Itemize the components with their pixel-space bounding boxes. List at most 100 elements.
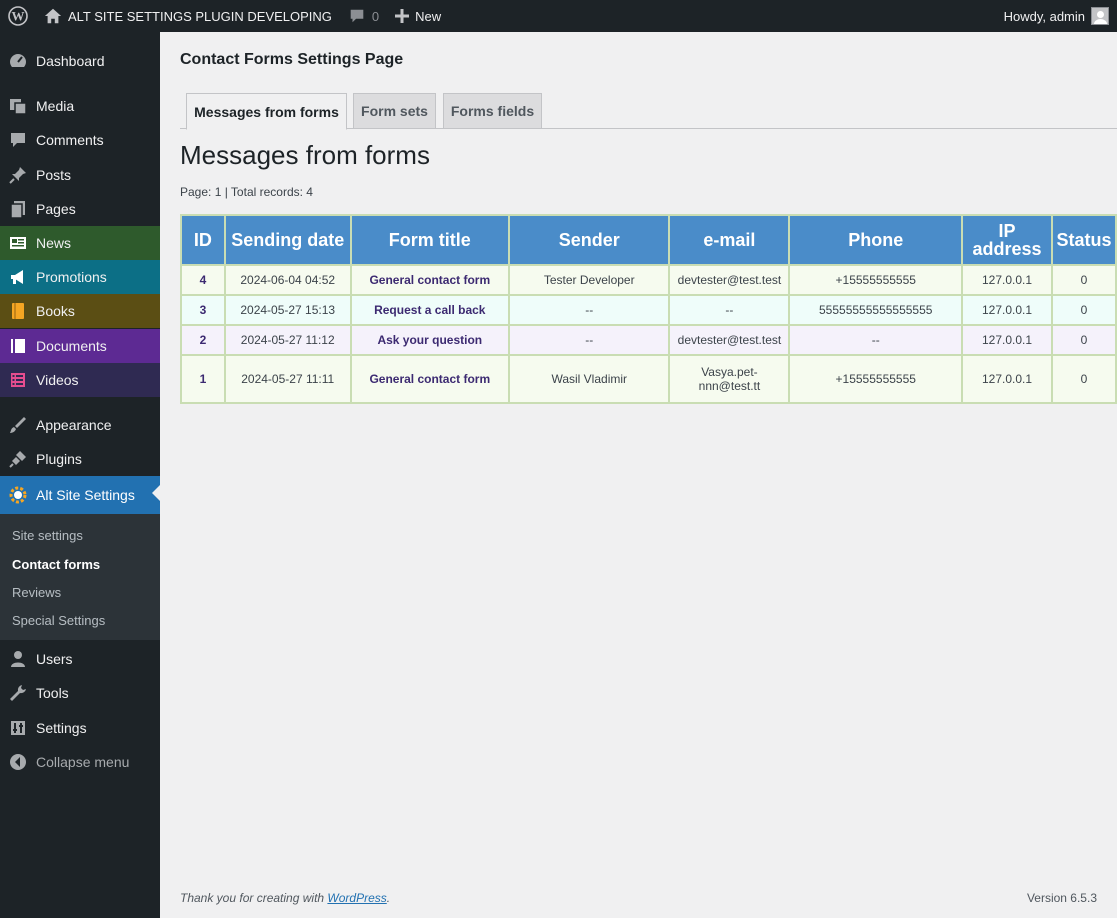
column-header-sending-date: Sending date — [223, 214, 352, 266]
tab-bar: Messages from forms Form sets Forms fiel… — [180, 93, 1117, 130]
comments-link[interactable]: 0 — [340, 0, 387, 32]
sidebar-item-label: Collapse menu — [36, 754, 130, 770]
svg-text:W: W — [12, 9, 25, 24]
sidebar-item-documents[interactable]: Documents — [0, 329, 160, 363]
sidebar-item-videos[interactable]: Videos — [0, 363, 160, 397]
sidebar-item-label: Dashboard — [36, 53, 105, 69]
sidebar-item-label: Appearance — [36, 417, 112, 433]
collapse-icon — [0, 752, 36, 772]
table-row[interactable]: 3 2024-05-27 15:13 Request a call back -… — [180, 294, 1117, 326]
home-icon — [44, 8, 62, 24]
sidebar-item-label: Posts — [36, 167, 72, 183]
cell-id: 4 — [180, 264, 226, 296]
sidebar-item-promotions[interactable]: Promotions — [0, 260, 160, 294]
footer-version: Version 6.5.3 — [1026, 891, 1097, 905]
sidebar-item-label: Promotions — [36, 269, 107, 285]
admin-bar: W ALT SITE SETTINGS PLUGIN DEVELOPING 0 … — [0, 0, 1117, 32]
cell-email: -- — [668, 294, 791, 326]
settings-icon — [0, 718, 36, 738]
sidebar-item-appearance[interactable]: Appearance — [0, 408, 160, 442]
cell-email: devtester@test.test — [668, 324, 791, 356]
sidebar-item-media[interactable]: Media — [0, 89, 160, 123]
comments-icon — [0, 130, 36, 150]
new-content-button[interactable]: New — [387, 0, 449, 32]
video-icon — [0, 370, 36, 390]
sidebar-item-label: Documents — [36, 338, 107, 354]
sidebar-item-plugins[interactable]: Plugins — [0, 442, 160, 476]
footer-thanks-suffix: . — [386, 891, 391, 905]
alt-site-settings-submenu: Site settings Contact forms Reviews Spec… — [0, 514, 160, 640]
account-menu[interactable]: Howdy, admin — [996, 0, 1117, 32]
sidebar-item-users[interactable]: Users — [0, 642, 160, 676]
submenu-item-contact-forms[interactable]: Contact forms — [12, 557, 100, 572]
megaphone-icon — [0, 267, 36, 287]
wordpress-logo-icon[interactable]: W — [0, 0, 36, 32]
table-row[interactable]: 1 2024-05-27 11:11 General contact form … — [180, 354, 1117, 404]
sidebar-item-label: Users — [36, 651, 73, 667]
main-content: Contact Forms Settings Page Messages fro… — [160, 32, 1117, 918]
tab-forms-fields[interactable]: Forms fields — [443, 93, 542, 129]
column-header-sender: Sender — [507, 214, 671, 266]
submenu-item-reviews[interactable]: Reviews — [12, 585, 61, 600]
comments-count: 0 — [371, 8, 380, 24]
sidebar-item-label: Books — [36, 303, 75, 319]
sidebar-item-label: Videos — [36, 372, 79, 388]
cell-phone: +15555555555 — [788, 354, 964, 404]
cell-status: 0 — [1050, 354, 1117, 404]
sidebar-item-alt-site-settings[interactable]: Alt Site Settings — [0, 476, 160, 514]
messages-table: ID Sending date Form title Sender e-mail… — [180, 214, 1117, 404]
media-icon — [0, 96, 36, 116]
submenu-item-site-settings[interactable]: Site settings — [12, 528, 83, 543]
table-row[interactable]: 4 2024-06-04 04:52 General contact form … — [180, 264, 1117, 296]
sidebar-item-posts[interactable]: Posts — [0, 158, 160, 192]
sidebar-item-settings[interactable]: Settings — [0, 711, 160, 745]
sidebar-item-label: Pages — [36, 201, 76, 217]
cell-form-title: Ask your question — [349, 324, 511, 356]
column-header-phone: Phone — [788, 214, 964, 266]
sidebar-item-pages[interactable]: Pages — [0, 192, 160, 226]
table-row[interactable]: 2 2024-05-27 11:12 Ask your question -- … — [180, 324, 1117, 356]
site-name-label: ALT SITE SETTINGS PLUGIN DEVELOPING — [68, 8, 332, 24]
cell-sending-date: 2024-06-04 04:52 — [223, 264, 352, 296]
pagination-info: Page: 1 | Total records: 4 — [180, 185, 313, 199]
document-icon — [0, 336, 36, 356]
sidebar-item-label: Tools — [36, 685, 69, 701]
section-heading: Messages from forms — [180, 140, 430, 170]
site-name-link[interactable]: ALT SITE SETTINGS PLUGIN DEVELOPING — [36, 0, 340, 32]
avatar — [1091, 7, 1109, 25]
column-header-id: ID — [180, 214, 226, 266]
dashboard-icon — [0, 51, 36, 71]
sidebar-item-dashboard[interactable]: Dashboard — [0, 44, 160, 78]
sidebar-item-tools[interactable]: Tools — [0, 676, 160, 710]
cell-status: 0 — [1050, 324, 1117, 356]
cell-sender: Wasil Vladimir — [507, 354, 671, 404]
cell-form-title: General contact form — [349, 354, 511, 404]
admin-sidebar: Dashboard Media Comments Posts Pages New… — [0, 32, 160, 918]
cell-sender: -- — [507, 324, 671, 356]
submenu-item-special-settings[interactable]: Special Settings — [12, 613, 105, 628]
sidebar-item-comments[interactable]: Comments — [0, 123, 160, 157]
plus-icon — [395, 9, 410, 23]
tab-form-sets[interactable]: Form sets — [353, 93, 436, 129]
users-icon — [0, 649, 36, 669]
tab-messages-from-forms[interactable]: Messages from forms — [186, 93, 347, 130]
gear-icon — [0, 485, 36, 505]
sidebar-item-news[interactable]: News — [0, 226, 160, 260]
wrench-icon — [0, 683, 36, 703]
wordpress-link[interactable]: WordPress — [327, 891, 386, 905]
page-title: Contact Forms Settings Page — [180, 51, 404, 68]
cell-ip-address: 127.0.0.1 — [961, 294, 1053, 326]
column-header-form-title: Form title — [349, 214, 511, 266]
greeting-label: Howdy, admin — [1003, 8, 1085, 24]
collapse-menu-button[interactable]: Collapse menu — [0, 745, 160, 779]
footer-thanks: Thank you for creating with WordPress. — [180, 891, 390, 905]
new-label: New — [415, 8, 442, 24]
book-icon — [0, 301, 36, 321]
sidebar-item-label: Comments — [36, 132, 104, 148]
sidebar-item-books[interactable]: Books — [0, 294, 160, 328]
cell-phone: -- — [788, 324, 964, 356]
sidebar-item-label: Media — [36, 98, 75, 114]
news-icon — [0, 233, 36, 253]
cell-sending-date: 2024-05-27 15:13 — [223, 294, 352, 326]
cell-ip-address: 127.0.0.1 — [961, 354, 1053, 404]
